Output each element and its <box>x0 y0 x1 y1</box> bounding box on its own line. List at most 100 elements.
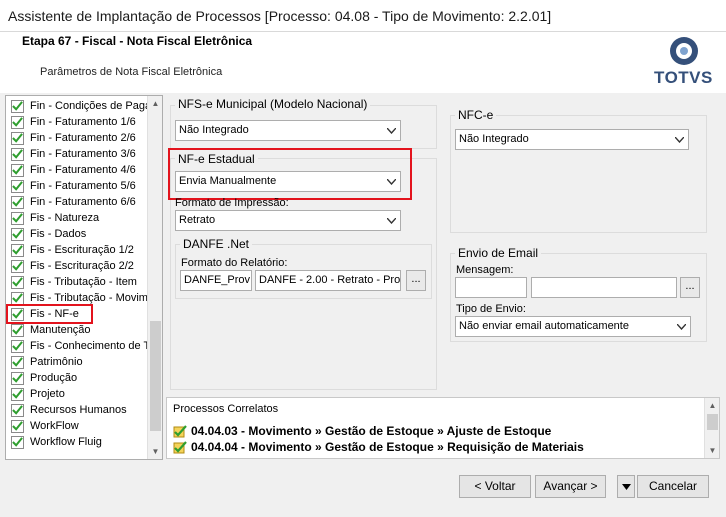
send-type-select[interactable]: Não enviar email automaticamente <box>455 316 691 337</box>
report-code-field[interactable]: DANFE_Prov <box>180 270 252 291</box>
scroll-up-icon[interactable]: ▲ <box>148 96 162 111</box>
chevron-down-icon <box>383 211 400 230</box>
checkbox-checked-icon[interactable] <box>11 371 24 385</box>
tree-item-label: Fis - Tributação - Movim <box>30 292 148 304</box>
related-process-text: 04.04.03 - Movimento » Gestão de Estoque… <box>191 424 552 438</box>
print-format-value: Retrato <box>179 214 216 226</box>
related-process-item[interactable]: 04.04.03 - Movimento » Gestão de Estoque… <box>173 423 551 439</box>
checkbox-checked-icon[interactable] <box>11 211 24 225</box>
tree-item-label: Workflow Fluig <box>30 436 102 448</box>
checkbox-checked-icon[interactable] <box>11 403 24 417</box>
tree-item-label: Fin - Faturamento 1/6 <box>30 116 136 128</box>
nfse-select-value: Não Integrado <box>179 124 249 136</box>
checkbox-checked-icon[interactable] <box>11 339 24 353</box>
nfse-select[interactable]: Não Integrado <box>175 120 401 141</box>
checkbox-checked-icon[interactable] <box>11 147 24 161</box>
tree-item[interactable]: Fis - Natureza <box>11 210 99 226</box>
tree-item-label: Recursos Humanos <box>30 404 127 416</box>
checkbox-checked-icon[interactable] <box>11 179 24 193</box>
tree-item-label: Fin - Faturamento 6/6 <box>30 196 136 208</box>
checkbox-checked-icon[interactable] <box>11 275 24 289</box>
window-titlebar: Assistente de Implantação de Processos [… <box>0 0 726 32</box>
tree-highlight-box <box>6 304 93 324</box>
tree-item-label: Fin - Faturamento 2/6 <box>30 132 136 144</box>
tree-item-label: Fin - Faturamento 4/6 <box>30 164 136 176</box>
checkbox-checked-icon[interactable] <box>11 355 24 369</box>
scroll-down-icon[interactable]: ▼ <box>705 443 720 458</box>
related-process-item[interactable]: 04.04.04 - Movimento » Gestão de Estoque… <box>173 439 584 455</box>
scroll-down-icon[interactable]: ▼ <box>148 444 162 459</box>
message-desc-field[interactable] <box>531 277 677 298</box>
tree-item[interactable]: Fin - Faturamento 3/6 <box>11 146 136 162</box>
back-button[interactable]: < Voltar <box>459 475 531 498</box>
tree-scrollbar[interactable]: ▲ ▼ <box>147 96 162 459</box>
checkbox-checked-icon[interactable] <box>11 323 24 337</box>
checkbox-checked-icon[interactable] <box>11 115 24 129</box>
checkbox-checked-icon[interactable] <box>11 291 24 305</box>
message-browse-button[interactable]: ... <box>680 277 700 298</box>
tree-item[interactable]: Fis - Escrituração 1/2 <box>11 242 134 258</box>
related-processes-title: Processos Correlatos <box>173 403 279 415</box>
tree-item[interactable]: Fin - Faturamento 1/6 <box>11 114 136 130</box>
nfce-group-label: NFC-e <box>455 108 497 122</box>
message-label: Mensagem: <box>456 264 514 276</box>
checkbox-checked-icon[interactable] <box>11 131 24 145</box>
nfce-select[interactable]: Não Integrado <box>455 129 689 150</box>
print-format-select[interactable]: Retrato <box>175 210 401 231</box>
tree-item[interactable]: Fis - Conhecimento de T <box>11 338 150 354</box>
checkbox-checked-icon[interactable] <box>11 435 24 449</box>
tree-item-label: Fis - Conhecimento de T <box>30 340 151 352</box>
nfce-select-value: Não Integrado <box>459 133 529 145</box>
tree-item[interactable]: Workflow Fluig <box>11 434 102 450</box>
scroll-thumb[interactable] <box>150 321 161 431</box>
chevron-down-icon <box>671 130 688 149</box>
send-type-value: Não enviar email automaticamente <box>459 320 629 332</box>
tree-item[interactable]: Recursos Humanos <box>11 402 127 418</box>
options-dropdown-button[interactable] <box>617 475 635 498</box>
tree-item[interactable]: Fin - Faturamento 2/6 <box>11 130 136 146</box>
tree-item[interactable]: Fis - Escrituração 2/2 <box>11 258 134 274</box>
tree-item[interactable]: Manutenção <box>11 322 91 338</box>
message-code-field[interactable] <box>455 277 527 298</box>
checkbox-checked-icon[interactable] <box>11 259 24 273</box>
tree-item[interactable]: Fis - Dados <box>11 226 86 242</box>
next-button[interactable]: Avançar > <box>535 475 606 498</box>
tree-item[interactable]: WorkFlow <box>11 418 79 434</box>
tree-item-label: Fis - Tributação - Item <box>30 276 137 288</box>
checkbox-checked-icon[interactable] <box>11 387 24 401</box>
step-tree[interactable]: Workflow Fluig WorkFlow Recursos Humanos Pr… <box>5 95 163 460</box>
tree-item[interactable]: Fin - Condições de Paga <box>11 98 151 114</box>
tree-item[interactable]: Fin - Faturamento 5/6 <box>11 178 136 194</box>
tree-item[interactable]: Patrimônio <box>11 354 83 370</box>
checkbox-checked-icon[interactable] <box>11 227 24 241</box>
nfe-highlight-box <box>168 148 412 200</box>
checkbox-checked-icon[interactable] <box>11 243 24 257</box>
chevron-down-icon <box>673 317 690 336</box>
tree-item[interactable]: Fin - Faturamento 4/6 <box>11 162 136 178</box>
scroll-thumb[interactable] <box>707 414 718 430</box>
dropdown-arrow-icon <box>621 484 631 490</box>
tree-item[interactable]: Fis - Tributação - Item <box>11 274 137 290</box>
tree-item-label: Produção <box>30 372 78 384</box>
related-scrollbar[interactable]: ▲ ▼ <box>704 398 719 458</box>
tree-item-label: Fis - Dados <box>30 228 87 240</box>
checkbox-checked-icon[interactable] <box>11 419 24 433</box>
logo-text: TOTVS <box>654 68 713 87</box>
report-browse-button[interactable]: ... <box>406 270 426 291</box>
cancel-button[interactable]: Cancelar <box>637 475 709 498</box>
checkbox-checked-icon[interactable] <box>11 195 24 209</box>
checkbox-checked-icon[interactable] <box>11 99 24 113</box>
tree-item[interactable]: Projeto <box>11 386 65 402</box>
wizard-header: Etapa 67 - Fiscal - Nota Fiscal Eletrôni… <box>0 32 726 93</box>
related-processes-panel: Processos Correlatos 04.04.03 - Moviment… <box>166 397 720 459</box>
tree-item-label: Fin - Faturamento 5/6 <box>30 180 136 192</box>
tree-item-label: Fin - Condições de Paga <box>30 100 152 112</box>
tree-item[interactable]: Produção <box>11 370 77 386</box>
tree-item-label: WorkFlow <box>30 420 79 432</box>
related-process-text: 04.04.04 - Movimento » Gestão de Estoque… <box>191 440 584 454</box>
scroll-up-icon[interactable]: ▲ <box>705 398 720 413</box>
chevron-down-icon <box>383 121 400 140</box>
checkbox-checked-icon[interactable] <box>11 163 24 177</box>
report-desc-field[interactable]: DANFE - 2.00 - Retrato - Prov <box>255 270 401 291</box>
tree-item[interactable]: Fin - Faturamento 6/6 <box>11 194 136 210</box>
